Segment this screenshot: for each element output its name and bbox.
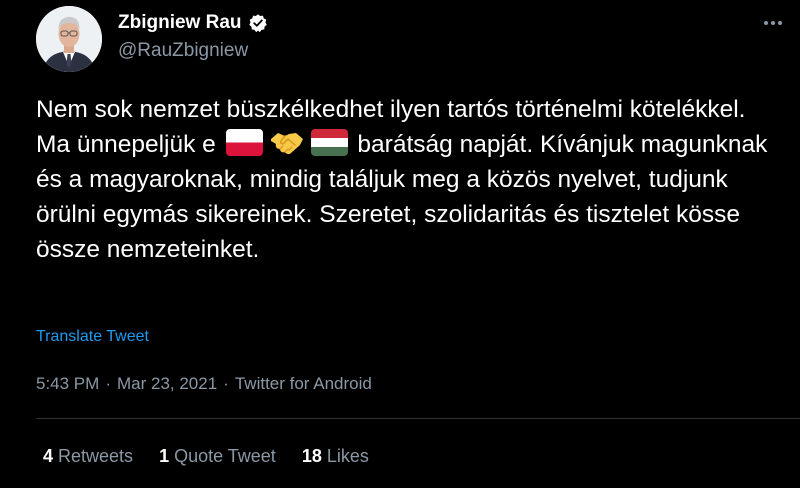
- retweets-stat[interactable]: 4 Retweets: [43, 446, 133, 467]
- retweets-label: Retweets: [58, 446, 134, 466]
- tweet-meta: 5:43 PM · Mar 23, 2021 · Twitter for And…: [36, 374, 372, 394]
- verified-badge-icon: [248, 13, 268, 33]
- likes-stat[interactable]: 18 Likes: [302, 446, 369, 467]
- poland-flag-icon: [225, 129, 263, 156]
- avatar[interactable]: [36, 6, 102, 72]
- meta-separator: ·: [105, 374, 111, 393]
- tweet-time[interactable]: 5:43 PM: [36, 374, 99, 394]
- profile-photo-icon: [36, 6, 102, 72]
- retweets-count: 4: [43, 446, 54, 466]
- handshake-icon: [269, 127, 305, 157]
- tweet-stats: 4 Retweets 1 Quote Tweet 18 Likes: [43, 446, 369, 467]
- hungary-flag-icon: [310, 129, 348, 156]
- quote-tweets-label: Quote Tweet: [174, 446, 276, 466]
- meta-separator: ·: [223, 374, 229, 393]
- more-options-icon[interactable]: [756, 6, 790, 40]
- translate-tweet-link[interactable]: Translate Tweet: [36, 328, 149, 346]
- more-dot: [764, 21, 768, 25]
- more-dot: [771, 21, 775, 25]
- author-name-row: Zbigniew Rau: [118, 12, 268, 34]
- tweet-text: Nem sok nemzet büszkélkedhet ilyen tartó…: [36, 92, 776, 267]
- likes-label: Likes: [326, 446, 369, 466]
- divider: [36, 418, 800, 419]
- quote-tweets-count: 1: [159, 446, 170, 466]
- tweet-date[interactable]: Mar 23, 2021: [117, 374, 217, 394]
- more-dot: [778, 21, 782, 25]
- tweet: Zbigniew Rau @RauZbigniew Nem sok nemzet…: [0, 0, 800, 488]
- tweet-source[interactable]: Twitter for Android: [235, 374, 372, 394]
- quote-tweets-stat[interactable]: 1 Quote Tweet: [159, 446, 276, 467]
- author-display-name[interactable]: Zbigniew Rau: [118, 12, 242, 34]
- likes-count: 18: [301, 446, 322, 466]
- author-handle[interactable]: @RauZbigniew: [118, 40, 248, 62]
